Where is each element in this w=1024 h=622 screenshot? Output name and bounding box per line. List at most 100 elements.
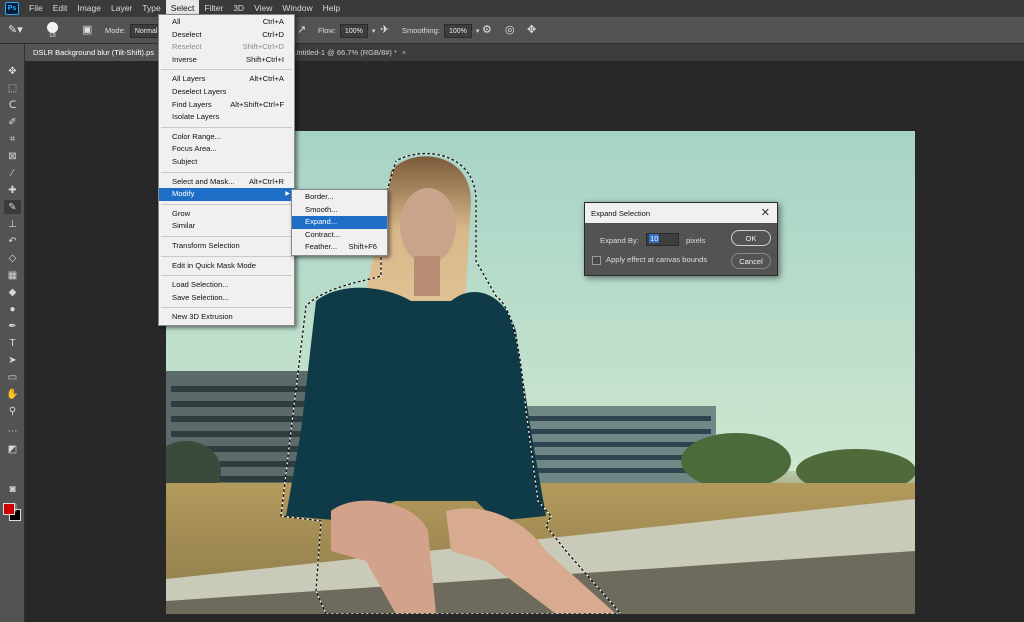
dialog-body: Expand By: 10 pixels Apply effect at can… [585, 223, 777, 277]
brush-size-value: 18 [49, 33, 56, 39]
menu-help[interactable]: Help [318, 0, 345, 17]
menu-separator [161, 275, 292, 277]
mode-select[interactable]: Normal [129, 23, 160, 38]
pixels-unit-label: pixels [686, 236, 706, 245]
menu-item-reselect: Reselect Shift+Ctrl+D [172, 42, 284, 52]
menu-separator [161, 307, 292, 309]
blur-icon[interactable]: ◆ [4, 285, 21, 299]
menu-separator [161, 171, 292, 173]
eraser-icon[interactable]: ◇ [4, 251, 21, 265]
brush-panel-icon[interactable]: ▣ [82, 17, 92, 44]
menu-item-deselect-layers[interactable]: Deselect Layers [159, 86, 294, 99]
quick-mask-icon[interactable]: ◙ [4, 482, 21, 496]
expand-by-label: Expand By: [600, 236, 639, 245]
menu-item-load-selection[interactable]: Load Selection... [159, 279, 294, 292]
modify-submenu: Border... Smooth... Expand... Contract..… [291, 189, 388, 256]
menu-separator [161, 235, 292, 237]
gradient-icon[interactable]: ▦ [4, 268, 21, 282]
menu-item-modify[interactable]: Modify ▶ [159, 188, 294, 201]
smoothing-dropdown-icon[interactable]: ▾ [476, 27, 480, 35]
brush-tip-icon [47, 22, 58, 33]
crop-icon[interactable]: ⌗ [4, 132, 21, 146]
options-bar: ✎▾ 18 ▣ Mode: Normal ↗ Flow: 100% ▾ ✈ Sm… [0, 17, 1024, 44]
zoom-icon[interactable]: ⚲ [4, 404, 21, 418]
menu-item-color-range[interactable]: Color Range... [159, 131, 294, 144]
brush-tool-preset-icon[interactable]: ✎▾ [8, 17, 23, 44]
apply-canvas-bounds-label: Apply effect at canvas bounds [606, 255, 708, 264]
menu-item-transform-selection[interactable]: Transform Selection [159, 240, 294, 253]
menu-item-smooth[interactable]: Smooth... [292, 204, 387, 217]
menu-layer[interactable]: Layer [106, 0, 137, 17]
menu-separator [161, 69, 292, 71]
flow-label: Flow: [318, 26, 336, 35]
menu-bar: Ps File Edit Image Layer Type Select Fil… [0, 0, 1024, 17]
menu-file[interactable]: File [24, 0, 48, 17]
menu-image[interactable]: Image [72, 0, 106, 17]
menu-item-similar[interactable]: Similar [159, 220, 294, 233]
cancel-button[interactable]: Cancel [731, 253, 771, 269]
menu-item-deselect[interactable]: Deselect Ctrl+D [159, 29, 294, 42]
path-select-icon[interactable]: ➤ [4, 353, 21, 367]
pressure-size-icon[interactable]: ◎ [505, 17, 515, 44]
tab-untitled-1[interactable]: Untitled-1 @ 66.7% (RGB/8#) * × [285, 44, 414, 61]
type-icon[interactable]: T [4, 336, 21, 350]
menu-item-select-and-mask[interactable]: Select and Mask... Alt+Ctrl+R [159, 176, 294, 189]
menu-item-all[interactable]: All Ctrl+A [159, 16, 294, 29]
symmetry-icon[interactable]: ✥ [527, 17, 536, 44]
tab-label: DSLR Background blur (Tilt-Shift).ps [33, 48, 155, 57]
tab-label: Untitled-1 @ 66.7% (RGB/8#) * [293, 48, 397, 57]
foreground-color-swatch[interactable] [3, 503, 15, 515]
airbrush-icon[interactable]: ✈ [380, 17, 389, 44]
airbrush-pressure-icon[interactable]: ↗ [297, 17, 306, 44]
smoothing-label: Smoothing: [402, 26, 440, 35]
menu-item-save-selection[interactable]: Save Selection... [159, 292, 294, 305]
menu-item-find-layers[interactable]: Find Layers Alt+Shift+Ctrl+F [159, 99, 294, 112]
menu-item-all-layers[interactable]: All Layers Alt+Ctrl+A [159, 73, 294, 86]
menu-item-quick-mask[interactable]: Edit in Quick Mask Mode [159, 260, 294, 273]
menu-edit[interactable]: Edit [48, 0, 73, 17]
expand-by-input[interactable]: 10 [646, 233, 679, 246]
apply-canvas-bounds-checkbox[interactable] [592, 256, 601, 265]
dialog-title-bar[interactable]: Expand Selection ✕ [585, 203, 777, 223]
hand-icon[interactable]: ✋ [4, 387, 21, 401]
marquee-icon[interactable]: ⬚ [4, 81, 21, 95]
default-colors-icon[interactable]: ◩ [4, 442, 21, 456]
ok-button[interactable]: OK [731, 230, 771, 246]
menu-item-feather[interactable]: Feather... Shift+F6 [292, 241, 387, 254]
smoothing-input[interactable]: 100% [443, 23, 472, 38]
menu-item-contract[interactable]: Contract... [292, 229, 387, 242]
menu-item-isolate-layers[interactable]: Isolate Layers [159, 111, 294, 124]
menu-item-border[interactable]: Border... [292, 191, 387, 204]
flow-input[interactable]: 100% [339, 23, 368, 38]
menu-item-inverse[interactable]: Inverse Shift+Ctrl+I [159, 54, 294, 67]
mode-label: Mode: [105, 26, 126, 35]
flow-dropdown-icon[interactable]: ▾ [372, 27, 376, 35]
move-icon[interactable]: ✥ [4, 64, 21, 78]
menu-item-focus-area[interactable]: Focus Area... [159, 143, 294, 156]
menu-item-expand[interactable]: Expand... [292, 216, 387, 229]
rectangle-icon[interactable]: ▭ [4, 370, 21, 384]
history-brush-icon[interactable]: ↶ [4, 234, 21, 248]
more-icon[interactable]: ⋯ [4, 424, 21, 438]
menu-separator [161, 126, 292, 128]
brush-icon[interactable]: ✎ [4, 200, 21, 214]
stamp-icon[interactable]: ⊥ [4, 217, 21, 231]
dodge-icon[interactable]: ● [4, 302, 21, 316]
healing-icon[interactable]: ✚ [4, 183, 21, 197]
submenu-arrow-icon: ▶ [285, 191, 290, 198]
frame-icon[interactable]: ⊠ [4, 149, 21, 163]
menu-item-subject[interactable]: Subject [159, 156, 294, 169]
eyedropper-icon[interactable]: ⁄ [4, 166, 21, 180]
dialog-title: Expand Selection [591, 208, 651, 218]
menu-item-new-3d-extrusion[interactable]: New 3D Extrusion [159, 311, 294, 324]
gear-icon[interactable]: ⚙ [482, 17, 492, 44]
menu-separator [161, 203, 292, 205]
close-icon[interactable]: ✕ [761, 206, 770, 219]
expand-by-value: 10 [649, 234, 660, 243]
quick-select-icon[interactable]: ✐ [4, 115, 21, 129]
close-tab-icon[interactable]: × [402, 48, 406, 57]
menu-item-grow[interactable]: Grow [159, 208, 294, 221]
brush-size-picker[interactable]: 18 [47, 17, 58, 44]
lasso-icon[interactable]: ᑕ [4, 98, 21, 112]
pen-icon[interactable]: ✒ [4, 319, 21, 333]
